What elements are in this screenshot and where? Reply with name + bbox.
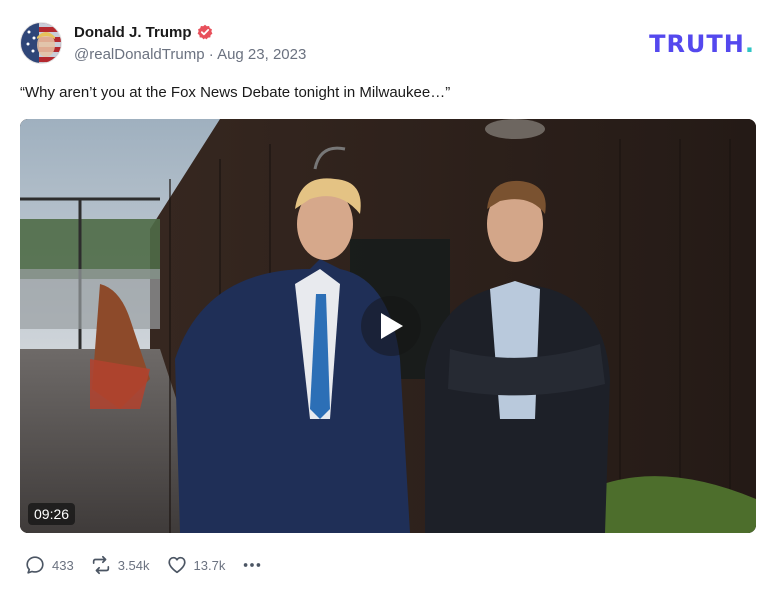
post-header: Donald J. Trump @realDonaldTrump · Aug 2… <box>20 21 306 65</box>
post-actions: 433 3.54k 13.7k <box>24 553 279 577</box>
retruth-count: 3.54k <box>117 557 150 573</box>
reply-button[interactable]: 433 <box>24 554 74 576</box>
author-block: Donald J. Trump @realDonaldTrump · Aug 2… <box>74 24 306 63</box>
post-date[interactable]: Aug 23, 2023 <box>217 46 306 63</box>
heart-icon <box>167 556 186 574</box>
truth-logo[interactable]: TRUTH. <box>649 30 755 58</box>
video-duration: 09:26 <box>28 503 76 525</box>
retruth-icon <box>92 555 109 575</box>
author-display-name[interactable]: Donald J. Trump <box>74 24 192 41</box>
like-count: 13.7k <box>193 557 226 573</box>
author-handle[interactable]: @realDonaldTrump <box>74 46 205 63</box>
play-button[interactable] <box>361 296 421 356</box>
more-icon <box>244 563 261 567</box>
avatar-flag-image <box>21 23 61 63</box>
reply-icon <box>26 556 44 574</box>
verified-badge-icon <box>197 24 212 40</box>
reply-count: 433 <box>52 557 74 573</box>
like-button[interactable]: 13.7k <box>166 554 226 576</box>
post-text: “Why aren’t you at the Fox News Debate t… <box>20 84 451 101</box>
more-button[interactable] <box>241 554 263 576</box>
post-meta: @realDonaldTrump · Aug 23, 2023 <box>74 46 306 63</box>
retruth-button[interactable]: 3.54k <box>90 554 150 576</box>
video-player[interactable]: 09:26 <box>20 119 756 533</box>
play-icon <box>381 313 403 339</box>
meta-separator: · <box>204 45 218 63</box>
avatar[interactable] <box>20 22 62 64</box>
logo-dot: . <box>744 30 755 58</box>
logo-text: TRUTH <box>649 30 745 58</box>
